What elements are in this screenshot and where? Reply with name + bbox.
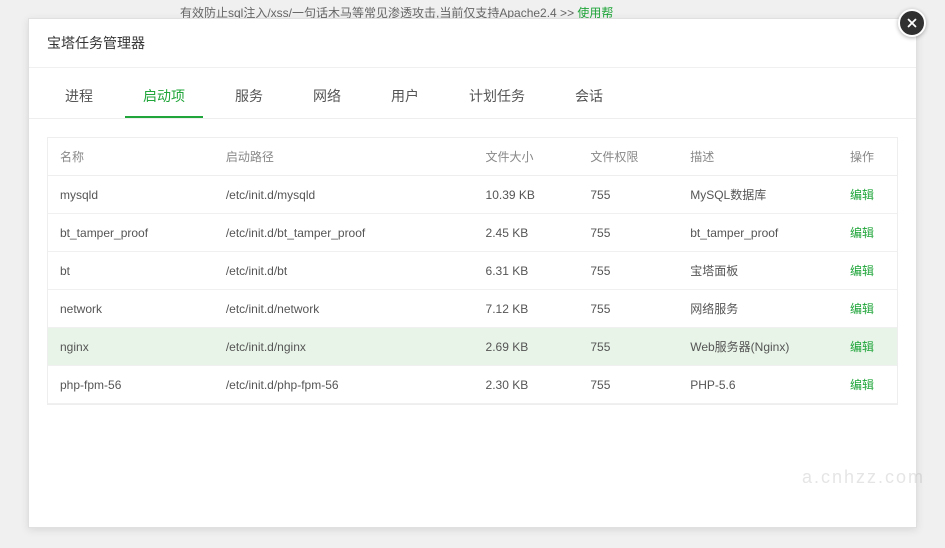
edit-link[interactable]: 编辑 [850, 264, 874, 278]
cell-path: /etc/init.d/bt_tamper_proof [218, 214, 478, 252]
cell-name: php-fpm-56 [48, 366, 218, 404]
startup-table: 名称 启动路径 文件大小 文件权限 描述 操作 mysqld/etc/init.… [48, 138, 897, 404]
cell-path: /etc/init.d/php-fpm-56 [218, 366, 478, 404]
cell-perm: 755 [582, 290, 682, 328]
cell-path: /etc/init.d/mysqld [218, 176, 478, 214]
tab-1[interactable]: 启动项 [125, 76, 203, 118]
cell-action: 编辑 [842, 214, 897, 252]
cell-desc: PHP-5.6 [682, 366, 842, 404]
modal-title: 宝塔任务管理器 [29, 19, 916, 68]
edit-link[interactable]: 编辑 [850, 340, 874, 354]
edit-link[interactable]: 编辑 [850, 378, 874, 392]
cell-size: 2.69 KB [478, 328, 583, 366]
tab-3[interactable]: 网络 [295, 76, 359, 118]
cell-perm: 755 [582, 252, 682, 290]
table-row[interactable]: php-fpm-56/etc/init.d/php-fpm-562.30 KB7… [48, 366, 897, 404]
cell-desc: bt_tamper_proof [682, 214, 842, 252]
tab-2[interactable]: 服务 [217, 76, 281, 118]
header-desc: 描述 [682, 138, 842, 176]
cell-name: mysqld [48, 176, 218, 214]
cell-name: nginx [48, 328, 218, 366]
cell-path: /etc/init.d/network [218, 290, 478, 328]
cell-size: 6.31 KB [478, 252, 583, 290]
cell-name: bt [48, 252, 218, 290]
header-action: 操作 [842, 138, 897, 176]
cell-action: 编辑 [842, 252, 897, 290]
table-body: mysqld/etc/init.d/mysqld10.39 KB755MySQL… [48, 176, 897, 404]
cell-perm: 755 [582, 328, 682, 366]
cell-action: 编辑 [842, 366, 897, 404]
cell-perm: 755 [582, 176, 682, 214]
header-size: 文件大小 [478, 138, 583, 176]
cell-action: 编辑 [842, 290, 897, 328]
table-row[interactable]: mysqld/etc/init.d/mysqld10.39 KB755MySQL… [48, 176, 897, 214]
close-icon [905, 16, 919, 30]
edit-link[interactable]: 编辑 [850, 188, 874, 202]
cell-desc: MySQL数据库 [682, 176, 842, 214]
header-path: 启动路径 [218, 138, 478, 176]
cell-size: 2.30 KB [478, 366, 583, 404]
edit-link[interactable]: 编辑 [850, 226, 874, 240]
cell-size: 7.12 KB [478, 290, 583, 328]
cell-name: network [48, 290, 218, 328]
task-manager-modal: 宝塔任务管理器 进程启动项服务网络用户计划任务会话 名称 启动路径 文件大小 文… [28, 18, 917, 528]
table-header-row: 名称 启动路径 文件大小 文件权限 描述 操作 [48, 138, 897, 176]
cell-path: /etc/init.d/bt [218, 252, 478, 290]
cell-path: /etc/init.d/nginx [218, 328, 478, 366]
cell-size: 2.45 KB [478, 214, 583, 252]
cell-perm: 755 [582, 366, 682, 404]
tab-5[interactable]: 计划任务 [451, 76, 543, 118]
startup-table-wrapper: 名称 启动路径 文件大小 文件权限 描述 操作 mysqld/etc/init.… [47, 137, 898, 405]
cell-desc: 宝塔面板 [682, 252, 842, 290]
tab-bar: 进程启动项服务网络用户计划任务会话 [29, 76, 916, 119]
table-row[interactable]: bt/etc/init.d/bt6.31 KB755宝塔面板编辑 [48, 252, 897, 290]
cell-desc: 网络服务 [682, 290, 842, 328]
tab-0[interactable]: 进程 [47, 76, 111, 118]
cell-perm: 755 [582, 214, 682, 252]
table-row[interactable]: nginx/etc/init.d/nginx2.69 KB755Web服务器(N… [48, 328, 897, 366]
table-row[interactable]: bt_tamper_proof/etc/init.d/bt_tamper_pro… [48, 214, 897, 252]
tab-4[interactable]: 用户 [373, 76, 437, 118]
edit-link[interactable]: 编辑 [850, 302, 874, 316]
header-perm: 文件权限 [582, 138, 682, 176]
tab-6[interactable]: 会话 [557, 76, 621, 118]
cell-action: 编辑 [842, 176, 897, 214]
header-name: 名称 [48, 138, 218, 176]
close-button[interactable] [898, 9, 926, 37]
cell-name: bt_tamper_proof [48, 214, 218, 252]
cell-action: 编辑 [842, 328, 897, 366]
cell-size: 10.39 KB [478, 176, 583, 214]
table-row[interactable]: network/etc/init.d/network7.12 KB755网络服务… [48, 290, 897, 328]
cell-desc: Web服务器(Nginx) [682, 328, 842, 366]
